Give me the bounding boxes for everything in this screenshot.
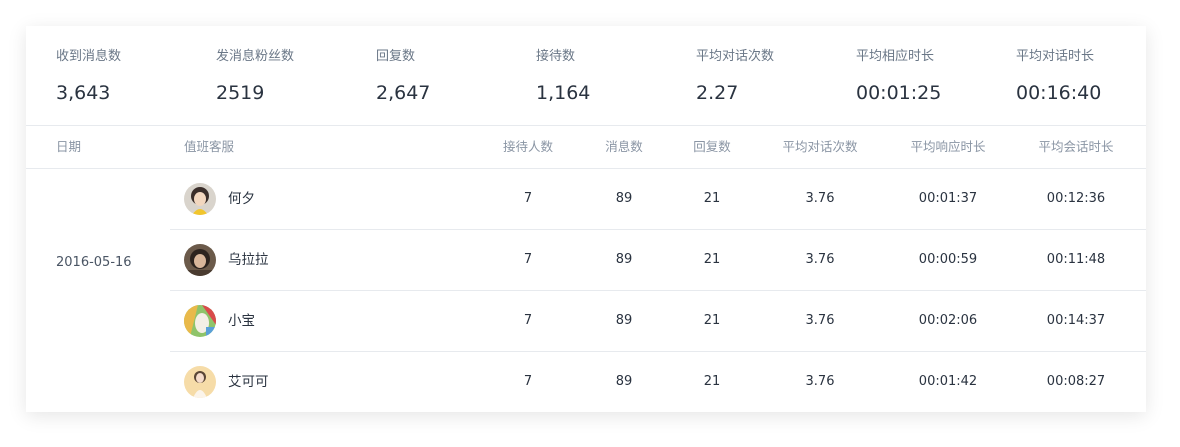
agent-name: 何夕 [228,191,255,207]
reply-count: 21 [703,191,721,206]
column-header-avg-dialogs: 平均对话次数 [782,139,858,154]
table-row: 何夕 7 89 21 3.76 00:01:37 00:12:36 [170,169,1146,230]
avatar [184,305,216,337]
avg-dialogs: 3.76 [805,374,835,389]
avg-response: 00:00:59 [918,252,978,267]
avg-response: 00:02:06 [918,313,978,328]
stat-label: 平均相应时长 [856,49,935,64]
avg-session: 00:08:27 [1046,374,1106,389]
stat-avg-session: 平均对话时长 00:16:40 [1016,48,1101,105]
agent-name: 艾可可 [228,374,269,390]
avg-session: 00:14:37 [1046,313,1106,328]
table-row: 乌拉拉 7 89 21 3.76 00:00:59 00:11:48 [170,230,1146,291]
message-count: 89 [615,374,633,389]
avatar [184,244,216,276]
reply-count: 21 [703,252,721,267]
stat-value: 00:01:25 [856,82,942,104]
stat-value: 2519 [216,82,265,104]
stat-value: 1,164 [536,82,591,104]
message-count: 89 [615,191,633,206]
stats-card: 收到消息数 3,643 发消息粉丝数 2519 回复数 2,647 接待数 1,… [26,26,1146,412]
stat-value: 2.27 [696,82,739,104]
avatar [184,183,216,215]
avg-dialogs: 3.76 [805,313,835,328]
stat-received-messages: 收到消息数 3,643 [56,48,121,105]
stat-label: 接待数 [536,49,576,64]
stat-label: 平均对话次数 [696,49,775,64]
table-row: 艾可可 7 89 21 3.76 00:01:42 00:08:27 [170,352,1146,412]
avg-response: 00:01:37 [918,191,978,206]
avatar [184,366,216,398]
column-header-replies: 回复数 [693,139,731,154]
avg-dialogs: 3.76 [805,252,835,267]
message-count: 89 [615,252,633,267]
avg-session: 00:12:36 [1046,191,1106,206]
column-header-avg-session: 平均会话时长 [1038,139,1114,154]
stat-receptions: 接待数 1,164 [536,48,590,105]
message-count: 89 [615,313,633,328]
reception-count: 7 [523,374,533,389]
stat-avg-dialogs: 平均对话次数 2.27 [696,48,774,105]
reception-count: 7 [523,313,533,328]
column-header-avg-response: 平均响应时长 [910,139,986,154]
reply-count: 21 [703,374,721,389]
avg-response: 00:01:42 [918,374,978,389]
agent-name: 乌拉拉 [228,252,269,268]
date-cell: 2016-05-16 [56,255,132,270]
stat-label: 平均对话时长 [1016,49,1095,64]
column-header-agent: 值班客服 [184,139,235,154]
avg-dialogs: 3.76 [805,191,835,206]
column-header-date: 日期 [56,139,82,154]
reception-count: 7 [523,252,533,267]
column-header-messages: 消息数 [605,139,643,154]
agent-name: 小宝 [228,313,255,329]
stat-value: 3,643 [56,82,111,104]
stat-label: 发消息粉丝数 [216,49,295,64]
stat-label: 收到消息数 [56,49,122,64]
column-header-reception: 接待人数 [502,139,553,154]
reception-count: 7 [523,191,533,206]
stat-fans-messaging: 发消息粉丝数 2519 [216,48,294,105]
stat-avg-response: 平均相应时长 00:01:25 [856,48,941,105]
table-header: 日期 值班客服 接待人数 消息数 回复数 平均对话次数 平均响应时长 平均会话时… [26,126,1146,169]
summary-stats: 收到消息数 3,643 发消息粉丝数 2519 回复数 2,647 接待数 1,… [26,26,1146,126]
stat-replies: 回复数 2,647 [376,48,430,105]
reply-count: 21 [703,313,721,328]
avg-session: 00:11:48 [1046,252,1106,267]
stat-value: 00:16:40 [1016,82,1102,104]
stat-label: 回复数 [376,49,416,64]
stat-value: 2,647 [376,82,431,104]
table-row: 小宝 7 89 21 3.76 00:02:06 00:14:37 [170,291,1146,352]
